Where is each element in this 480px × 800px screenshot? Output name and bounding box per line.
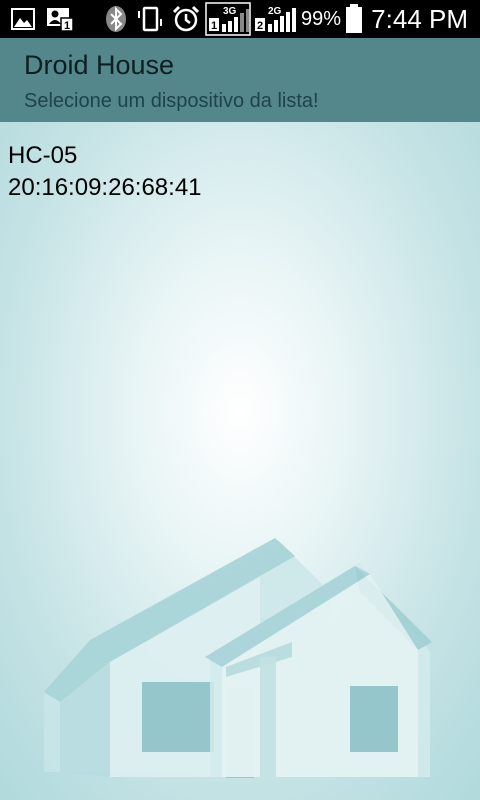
svg-text:2G: 2G [268,6,282,17]
svg-text:1: 1 [64,20,70,32]
svg-text:1: 1 [211,20,217,32]
device-address: 20:16:09:26:68:41 [8,174,202,201]
device-list-screen: HC-05 20:16:09:26:68:41 [0,122,480,800]
alarm-icon [170,0,202,38]
status-time: 7:44 PM [371,4,468,34]
gallery-icon [10,0,36,38]
device-name: HC-05 [8,142,78,169]
signal-3g-icon: 3G 1 [205,0,251,38]
app-bar: Droid House Selecione um dispositivo da … [0,38,480,122]
status-bar: 1 3G 1 2G 2 99% 7:44 PM [0,0,480,38]
network-3g-label: 3G [223,6,237,17]
battery-percent: 99% [301,8,342,30]
app-title: Droid House [24,50,175,80]
house-illustration [44,538,432,778]
bluetooth-icon [103,0,129,38]
device-list-item[interactable]: HC-05 20:16:09:26:68:41 [0,140,480,206]
battery-icon [344,0,364,38]
vibrate-icon [135,0,165,38]
contact-notification-icon: 1 [45,0,75,38]
svg-text:2: 2 [257,20,263,32]
signal-2g-icon: 2G 2 [254,0,298,38]
app-subtitle: Selecione um dispositivo da lista! [24,90,319,112]
